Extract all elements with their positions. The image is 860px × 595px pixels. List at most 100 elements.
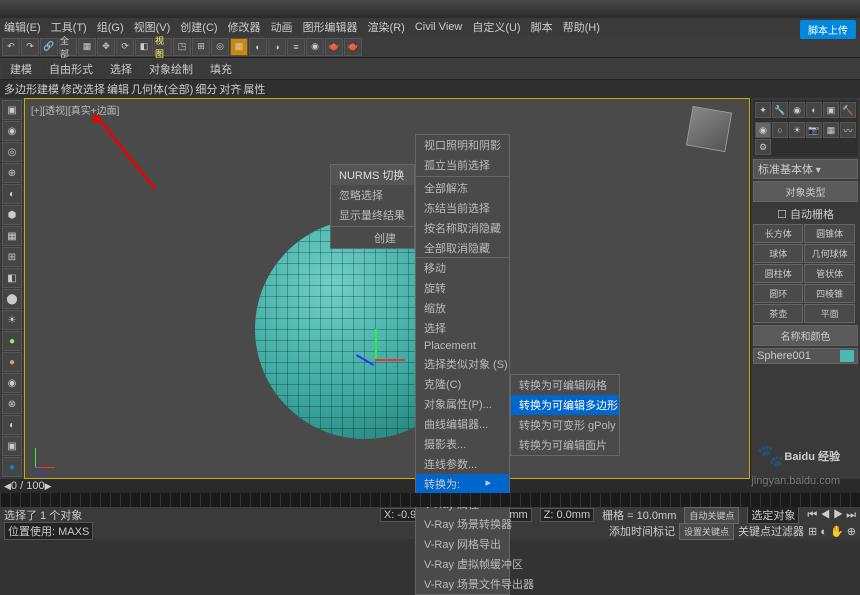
menu-item[interactable]: 曲线编辑器... [416, 414, 509, 434]
menu-item[interactable]: 图形编辑器 [303, 19, 358, 35]
viewport[interactable]: [+][透视][真实+边面] NURMS 切换 忽略选择 显示量终结果 创建 视… [24, 98, 750, 479]
obj-btn[interactable]: 平面 [804, 304, 854, 323]
upload-button[interactable]: 脚本上传 [800, 20, 856, 39]
menu-item[interactable]: Civil View [415, 21, 462, 33]
menu-item[interactable]: 编辑(E) [4, 19, 41, 35]
subtab[interactable]: 修改选择 [61, 81, 105, 97]
menu-item[interactable]: Placement [416, 338, 509, 354]
menu-item[interactable]: 转换为可变形 gPoly [511, 415, 619, 435]
menu-item[interactable]: 连线参数... [416, 454, 509, 474]
tool-icon[interactable]: ◎ [2, 142, 22, 162]
submenu-convert[interactable]: 转换为可编辑网格 转换为可编辑多边形 转换为可变形 gPoly 转换为可编辑面片 [510, 374, 620, 456]
systems-icon[interactable]: ⚙ [755, 139, 771, 155]
playback-controls[interactable]: ⏮ ◀ ▶ ⏭ [807, 509, 856, 522]
obj-btn[interactable]: 管状体 [804, 264, 854, 283]
menu-item[interactable]: 转换为可编辑面片 [511, 435, 619, 455]
menu-item[interactable]: V-Ray 场景转换器 [416, 514, 509, 534]
menu-item[interactable]: 修改器 [228, 19, 261, 35]
script-listener[interactable]: 位置使用: MAXS [4, 522, 93, 540]
modify-tab-icon[interactable]: 🔧 [772, 102, 788, 118]
menu-item[interactable]: 孤立当前选择 [416, 155, 509, 175]
obj-btn[interactable]: 长方体 [753, 224, 803, 243]
tool-icon[interactable]: ▣ [2, 436, 22, 456]
tool-icon[interactable]: ▦ [2, 226, 22, 246]
tool-icon[interactable]: 全部 [59, 38, 77, 56]
helpers-icon[interactable]: ▦ [823, 122, 839, 138]
timeline-track[interactable] [0, 493, 860, 507]
rollout-header[interactable]: 名称和颜色 [753, 325, 858, 346]
display-tab-icon[interactable]: ▣ [823, 102, 839, 118]
obj-btn[interactable]: 几何球体 [804, 244, 854, 263]
tool-icon[interactable]: ◑ [268, 38, 286, 56]
menu-item[interactable]: 渲染(R) [368, 19, 405, 35]
obj-btn[interactable]: 圆锥体 [804, 224, 854, 243]
object-name-field[interactable]: Sphere001 [753, 348, 858, 364]
tool-icon[interactable]: ✥ [97, 38, 115, 56]
menu-item[interactable]: 视口照明和阴影 [416, 135, 509, 155]
cameras-icon[interactable]: 📷 [806, 122, 822, 138]
menu-item[interactable]: 冻结当前选择 [416, 198, 509, 218]
tab[interactable]: 对象绘制 [141, 60, 201, 78]
menu-item-editable-poly[interactable]: 转换为可编辑多边形 [511, 395, 619, 415]
menu-item[interactable]: 显示量终结果 [331, 205, 414, 225]
menu-item[interactable]: 脚本 [531, 19, 553, 35]
sel-icon[interactable]: ▣ [2, 100, 22, 120]
tool-icon[interactable]: ⊞ [192, 38, 210, 56]
obj-btn[interactable]: 圆柱体 [753, 264, 803, 283]
tool-icon[interactable]: ◐ [249, 38, 267, 56]
menu-item[interactable]: 对象属性(P)... [416, 394, 509, 414]
menu-item[interactable]: 旋转 [416, 278, 509, 298]
geometry-icon[interactable]: ◉ [755, 122, 771, 138]
subtab[interactable]: 细分 [195, 81, 217, 97]
time-tag[interactable]: 添加时间标记 [609, 523, 675, 539]
tab[interactable]: 选择 [102, 60, 140, 78]
spacewarps-icon[interactable]: 〰 [840, 122, 856, 138]
hierarchy-tab-icon[interactable]: ◉ [789, 102, 805, 118]
menu-item[interactable]: V-Ray 虚拟帧缓冲区 [416, 554, 509, 574]
menu-item[interactable]: V-Ray 场景文件导出器 [416, 574, 509, 594]
menu-item[interactable]: 选择类似对象 (S) [416, 354, 509, 374]
category-dropdown[interactable]: 标准基本体 ▾ [753, 159, 858, 179]
menu-item[interactable]: 组(G) [97, 19, 124, 35]
tab[interactable]: 填充 [202, 60, 240, 78]
subtab[interactable]: 几何体(全部) [131, 81, 193, 97]
shapes-icon[interactable]: ○ [772, 122, 788, 138]
autokey-button[interactable]: 自动关键点 [684, 507, 739, 524]
tool-icon[interactable]: ● [2, 331, 22, 351]
setkey-button[interactable]: 设置关键点 [679, 523, 734, 540]
menu-item[interactable]: 选择 [416, 318, 509, 338]
tool-icon[interactable]: ◉ [306, 38, 324, 56]
object-color-swatch[interactable] [840, 350, 854, 362]
tool-icon[interactable]: ⊗ [2, 394, 22, 414]
menu-item[interactable]: 创建 [331, 228, 414, 248]
tool-icon[interactable]: ▦ [78, 38, 96, 56]
tool-icon[interactable]: ⬤ [2, 289, 22, 309]
motion-tab-icon[interactable]: ◐ [806, 102, 822, 118]
obj-btn[interactable]: 四棱锥 [804, 284, 854, 303]
tool-icon[interactable]: 🔗 [40, 38, 58, 56]
subtab[interactable]: 对齐 [219, 81, 241, 97]
rollout-header[interactable]: 对象类型 [753, 181, 858, 202]
tab[interactable]: 自由形式 [41, 60, 101, 78]
menu-item[interactable]: 移动 [416, 258, 509, 278]
tool-icon[interactable]: ◉ [2, 373, 22, 393]
tool-icon[interactable]: ☀ [2, 310, 22, 330]
utilities-tab-icon[interactable]: 🔨 [840, 102, 856, 118]
coord-z[interactable]: Z: 0.0mm [540, 508, 594, 522]
tool-icon[interactable]: ◉ [2, 121, 22, 141]
keyfilter-button[interactable]: 关键点过滤器 [738, 523, 804, 539]
tool-icon[interactable]: ◎ [211, 38, 229, 56]
tool-icon[interactable]: ≡ [287, 38, 305, 56]
tool-icon[interactable]: ◧ [135, 38, 153, 56]
tool-icon[interactable]: ◐ [2, 184, 22, 204]
tool-icon[interactable]: ▦ [230, 38, 248, 56]
menu-item[interactable]: 全部取消隐藏 [416, 238, 509, 258]
tool-icon[interactable]: ◐ [2, 415, 22, 435]
menu-item[interactable]: 摄影表... [416, 434, 509, 454]
tool-icon[interactable]: ● [2, 457, 22, 477]
create-tab-icon[interactable]: ✦ [755, 102, 771, 118]
tool-icon[interactable]: 视图 [154, 38, 172, 56]
menu-item[interactable]: 自定义(U) [472, 19, 520, 35]
menu-item[interactable]: 创建(C) [180, 19, 217, 35]
tool-icon[interactable]: ↷ [21, 38, 39, 56]
